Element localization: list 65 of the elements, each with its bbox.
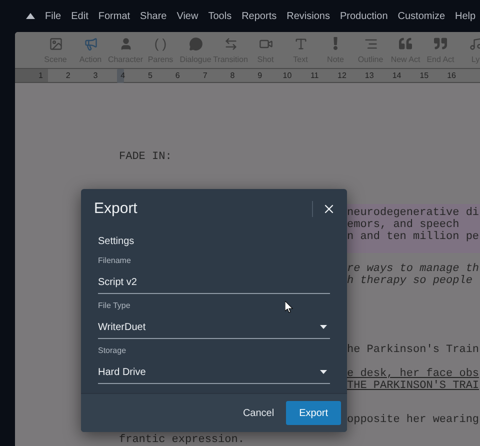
menu-item[interactable]: Format: [98, 8, 130, 24]
mouse-cursor-icon: [285, 301, 293, 313]
script-line: e desk, her face obs: [347, 368, 480, 380]
script-line: FADE IN:: [119, 151, 172, 163]
ruler-number: 11: [310, 70, 319, 80]
field-label: File Type: [98, 301, 130, 311]
caret-down-icon: [320, 370, 327, 374]
lines-icon: [364, 36, 378, 50]
person-icon: [118, 36, 132, 50]
quote-open-icon: [399, 37, 412, 50]
menu-item[interactable]: Reports: [242, 8, 277, 24]
select-field[interactable]: Hard Drive: [98, 361, 330, 384]
section-heading: Settings: [98, 235, 136, 249]
letter-icon: [294, 36, 308, 50]
dialog-title: Export: [94, 198, 138, 219]
caret-up-icon[interactable]: [26, 13, 35, 19]
arrows-icon: [224, 36, 238, 50]
menu-item[interactable]: Production: [340, 8, 388, 24]
menu-item[interactable]: Edit: [71, 8, 88, 24]
ruler-number: 5: [148, 70, 152, 80]
caret-down-icon: [320, 325, 327, 329]
ruler-number: 6: [175, 70, 180, 80]
menu-item[interactable]: Share: [140, 8, 167, 24]
megaphone-icon: [84, 36, 98, 50]
ruler-number: 1: [38, 70, 43, 80]
script-line: frantic expression.: [119, 434, 244, 446]
cancel-button[interactable]: Cancel: [240, 401, 276, 425]
export-button[interactable]: Export: [286, 401, 341, 425]
menu-item[interactable]: Customize: [398, 8, 446, 24]
ruler-number: 16: [447, 70, 456, 80]
ruler-number: 8: [230, 70, 235, 80]
script-line: n and ten million pe: [347, 231, 480, 243]
field-label: Storage: [98, 346, 126, 356]
ruler-number: 2: [66, 70, 70, 80]
input-field[interactable]: Script v2: [98, 271, 330, 294]
menu-item[interactable]: Revisions: [286, 8, 330, 24]
ruler-number: 12: [338, 70, 346, 80]
script-line: re ways to manage th: [347, 263, 480, 275]
field-label: Filename: [98, 256, 131, 266]
script-line: emors, and speech: [347, 219, 460, 231]
menu-item[interactable]: Tools: [208, 8, 232, 24]
close-icon: [322, 202, 336, 216]
script-line: opposite her wearing: [347, 414, 480, 426]
speech-bubble-icon: [188, 36, 202, 50]
ruler-number: 10: [282, 70, 292, 80]
ruler-number: 15: [420, 70, 429, 80]
script-line: neurodegenerative di: [347, 207, 480, 219]
music-note-icon: [468, 36, 480, 50]
menu-item[interactable]: File: [45, 8, 62, 24]
parens-icon: ( ): [154, 36, 167, 52]
script-line: he Parkinson's Train: [347, 344, 480, 356]
ruler-number: 7: [202, 70, 208, 80]
ruler-number: 14: [392, 70, 402, 80]
select-field[interactable]: WriterDuet: [98, 316, 330, 339]
quote-close-icon: [434, 37, 447, 50]
script-line: h therapy so people: [347, 275, 474, 287]
image-icon: [48, 36, 62, 50]
ruler-marker[interactable]: [117, 69, 124, 83]
ruler-number: 3: [93, 70, 98, 80]
script-line: THE PARKINSON'S TRAI: [347, 380, 480, 392]
menu-item[interactable]: View: [176, 8, 198, 24]
menu-item[interactable]: Help: [455, 8, 476, 24]
ruler-number: 9: [258, 70, 262, 80]
ruler-number: 4: [120, 70, 126, 80]
ruler-number: 13: [364, 70, 374, 80]
